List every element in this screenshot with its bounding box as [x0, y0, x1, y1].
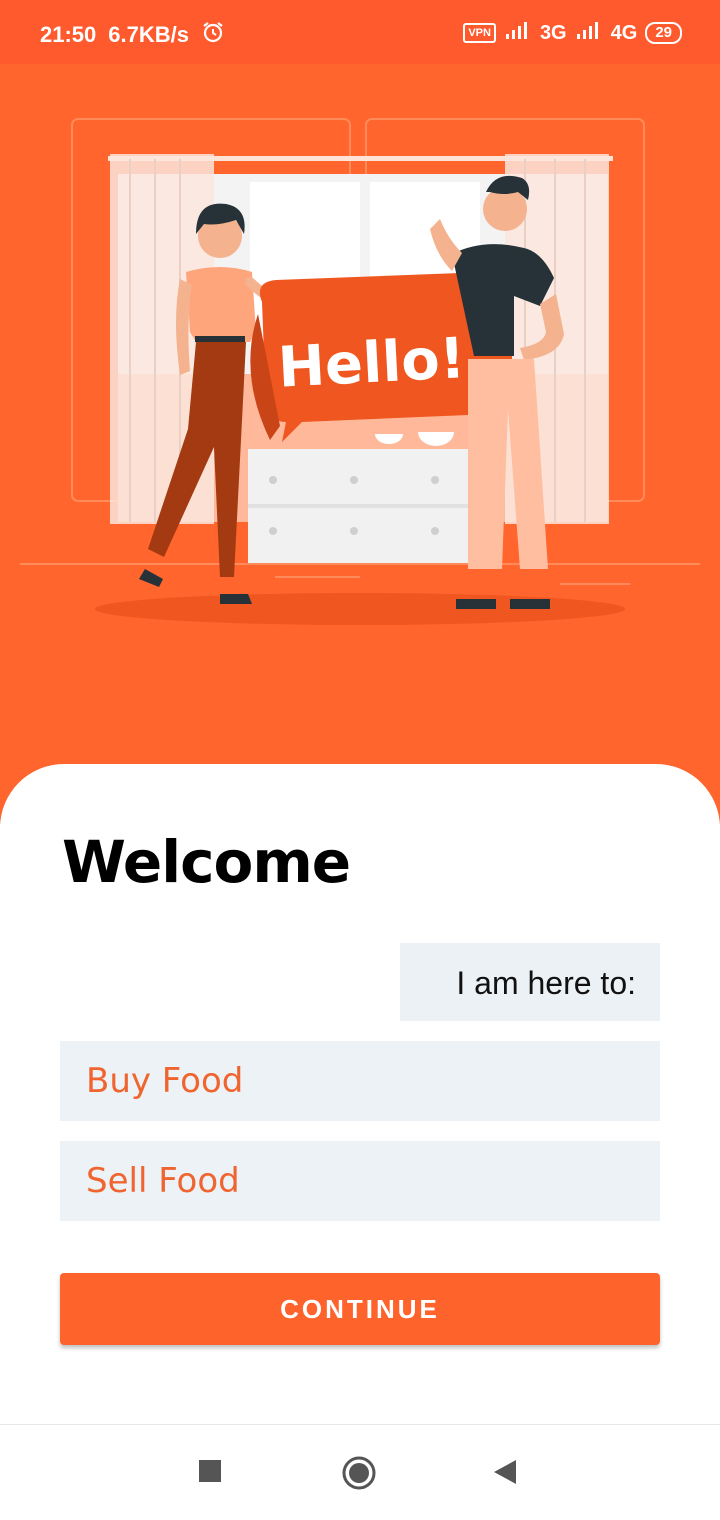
- purpose-prompt: I am here to:: [456, 965, 636, 1001]
- status-speed: 6.7KB/s: [108, 22, 189, 47]
- signal-icon-2: [575, 20, 603, 46]
- welcome-title: Welcome: [62, 828, 351, 896]
- hero-illustration: Hello!: [0, 64, 720, 824]
- system-nav-bar: [0, 1424, 720, 1520]
- buy-food-label: Buy Food: [86, 1061, 244, 1101]
- purpose-prompt-box: I am here to:: [400, 943, 660, 1021]
- status-left: 21:50 6.7KB/s: [40, 20, 225, 50]
- hello-illustration: Hello!: [20, 118, 700, 625]
- recents-square-icon[interactable]: [198, 1459, 222, 1488]
- home-circle-icon[interactable]: [341, 1455, 377, 1496]
- network-4g: 4G: [610, 21, 638, 44]
- sell-food-option[interactable]: Sell Food: [60, 1141, 660, 1221]
- back-triangle-icon[interactable]: [492, 1459, 518, 1490]
- network-3g: 3G: [539, 21, 567, 44]
- status-bar: 21:50 6.7KB/s VPN 3G 4G 29: [0, 0, 720, 64]
- sell-food-label: Sell Food: [86, 1161, 240, 1201]
- alarm-icon: [201, 20, 225, 50]
- buy-food-option[interactable]: Buy Food: [60, 1041, 660, 1121]
- continue-button[interactable]: CONTINUE: [60, 1273, 660, 1345]
- vpn-icon: VPN: [463, 23, 496, 43]
- speech-bubble-text: Hello!: [276, 326, 466, 401]
- battery-icon: 29: [645, 22, 682, 44]
- status-right: VPN 3G 4G 29: [463, 20, 682, 46]
- signal-icon: [504, 20, 532, 46]
- status-time: 21:50: [40, 22, 97, 47]
